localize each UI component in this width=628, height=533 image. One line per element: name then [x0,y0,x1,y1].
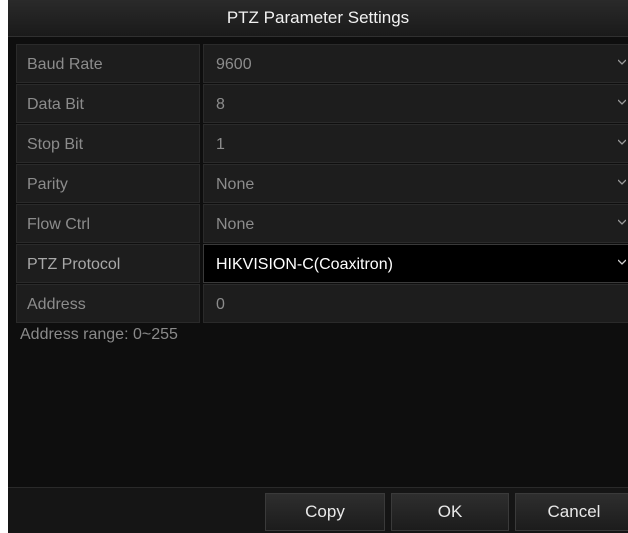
address-input[interactable]: 0 [203,284,628,323]
chevron-down-icon [618,99,626,105]
data-bit-value: 8 [216,96,225,113]
parity-label: Parity [16,164,200,203]
row-parity: Parity None [16,164,628,203]
row-stop-bit: Stop Bit 1 [16,124,628,163]
chevron-down-icon [618,219,626,225]
ptz-protocol-label: PTZ Protocol [16,244,200,283]
ptz-protocol-select[interactable]: HIKVISION-C(Coaxitron) [203,244,628,283]
parity-value: None [216,176,255,193]
ptz-protocol-value: HIKVISION-C(Coaxitron) [216,256,393,273]
chevron-down-icon [618,179,626,185]
dialog-title: PTZ Parameter Settings [8,0,628,37]
baud-rate-select[interactable]: 9600 [203,44,628,83]
button-bar: Copy OK Cancel [8,487,628,533]
stop-bit-label: Stop Bit [16,124,200,163]
parity-select[interactable]: None [203,164,628,203]
row-baud-rate: Baud Rate 9600 [16,44,628,83]
row-ptz-protocol: PTZ Protocol HIKVISION-C(Coaxitron) [16,244,628,283]
ok-button[interactable]: OK [391,493,509,531]
data-bit-label: Data Bit [16,84,200,123]
chevron-down-icon [618,59,626,65]
chevron-down-icon [618,259,626,265]
baud-rate-label: Baud Rate [16,44,200,83]
ptz-parameter-table: Baud Rate 9600 Data Bit 8 Stop Bit 1 Par… [16,44,628,324]
stop-bit-select[interactable]: 1 [203,124,628,163]
row-data-bit: Data Bit 8 [16,84,628,123]
row-flow-ctrl: Flow Ctrl None [16,204,628,243]
address-range-note: Address range: 0~255 [20,326,178,343]
flow-ctrl-label: Flow Ctrl [16,204,200,243]
address-value: 0 [216,296,225,313]
ptz-settings-dialog: PTZ Parameter Settings Baud Rate 9600 Da… [8,0,628,533]
copy-button[interactable]: Copy [265,493,385,531]
flow-ctrl-value: None [216,216,255,233]
cancel-button[interactable]: Cancel [515,493,628,531]
data-bit-select[interactable]: 8 [203,84,628,123]
chevron-down-icon [618,139,626,145]
flow-ctrl-select[interactable]: None [203,204,628,243]
row-address: Address 0 [16,284,628,323]
baud-rate-value: 9600 [216,56,252,73]
address-label: Address [16,284,200,323]
stop-bit-value: 1 [216,136,225,153]
